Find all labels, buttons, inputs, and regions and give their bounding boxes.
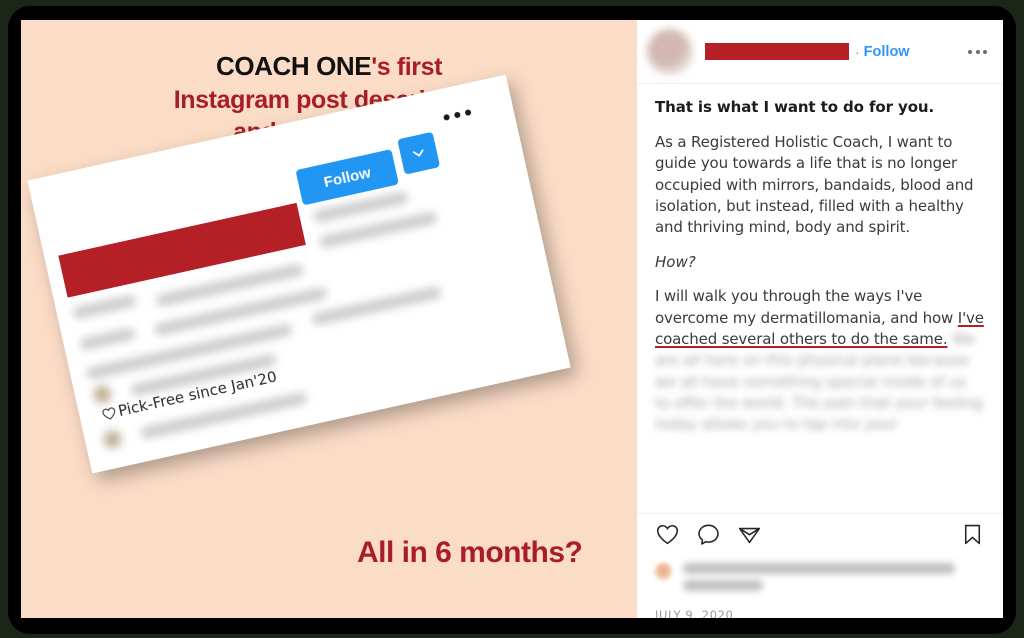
comment-avatar (655, 563, 672, 580)
separator-dot: · (855, 43, 860, 60)
post-date: JULY 9, 2020 (655, 608, 733, 618)
profile-card-more-dots-icon[interactable] (443, 109, 472, 121)
headline-line-2: Instagram post description (173, 85, 485, 114)
caption-paragraph-2: I will walk you through the ways I've ov… (655, 286, 985, 435)
tilted-profile-card: Follow Pick-Free since Jan'20 (27, 74, 571, 474)
left-promo-panel: COACH ONE's first Instagram post descrip… (21, 20, 637, 618)
caption-how-line: How? (655, 253, 696, 272)
comment-bubble-icon[interactable] (696, 522, 721, 552)
redacted-username-bar (705, 43, 849, 60)
bookmark-outline-icon[interactable] (960, 522, 985, 552)
heart-outline-icon (100, 404, 118, 422)
post-action-bar (637, 513, 1003, 559)
comment-preview (655, 560, 985, 604)
profile-card-chevron-down-icon[interactable] (397, 131, 441, 175)
profile-card-redacted-username (58, 202, 306, 298)
caption-paragraph-2-plain: I will walk you through the ways I've ov… (655, 287, 958, 327)
profile-card-blur-stat-3 (71, 294, 138, 320)
headline-line-1: COACH ONE's first (21, 50, 637, 84)
profile-card-blur-emoji-1 (91, 383, 114, 406)
headline-line-1-suffix: 's first (371, 53, 443, 81)
avatar[interactable] (647, 28, 693, 75)
bottom-caption: All in 6 months? (357, 536, 583, 569)
profile-card-blur-bio-1 (78, 327, 137, 351)
screenshot-root: COACH ONE's first Instagram post descrip… (0, 0, 1024, 638)
profile-card-blur-bio-4 (311, 285, 443, 327)
profile-card-blur-emoji-2 (101, 428, 124, 451)
follow-link[interactable]: Follow (864, 44, 910, 60)
post-header: · Follow (637, 20, 1003, 84)
share-paper-plane-icon[interactable] (737, 522, 762, 552)
content-card: COACH ONE's first Instagram post descrip… (21, 20, 1003, 618)
headline-brand: COACH ONE (215, 51, 372, 81)
caption-paragraph-1: As a Registered Holistic Coach, I want t… (655, 133, 974, 237)
profile-card-surface: Follow Pick-Free since Jan'20 (27, 74, 571, 474)
comment-blur-line-2 (683, 580, 763, 591)
heart-outline-icon[interactable] (655, 522, 680, 552)
more-options-icon[interactable] (968, 49, 989, 54)
instagram-post-panel: · Follow That is what I want to do for y… (637, 20, 1003, 618)
post-caption: That is what I want to do for you. As a … (637, 84, 1003, 436)
comment-blur-line-1 (683, 563, 955, 574)
caption-heading: That is what I want to do for you. (655, 98, 935, 116)
